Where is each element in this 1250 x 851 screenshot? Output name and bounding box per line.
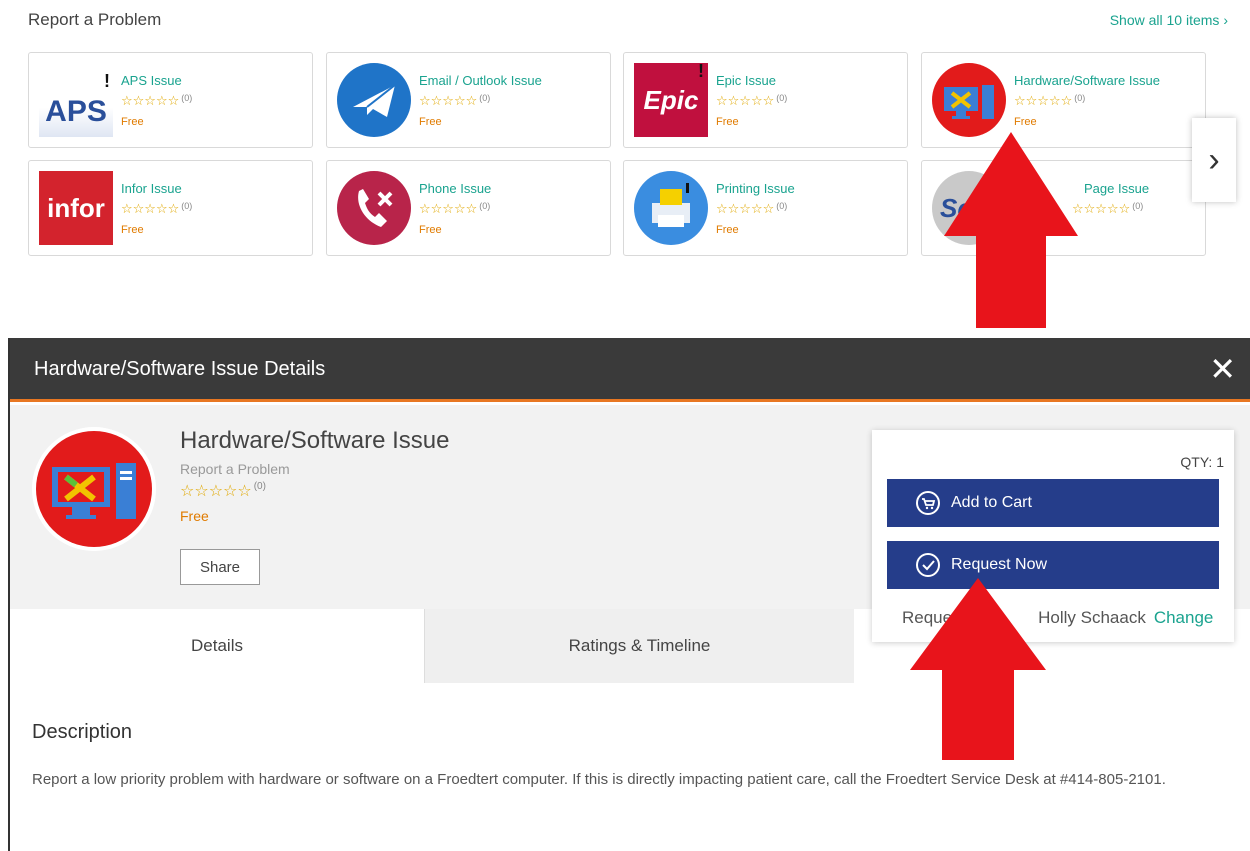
epic-logo: Epic (634, 63, 708, 137)
catalog-item-infor[interactable]: infor Infor Issue ☆☆☆☆☆ (0) Free (28, 160, 313, 256)
chevron-right-icon: › (1208, 140, 1220, 179)
rating-stars: ☆☆☆☆☆ (0) (121, 201, 193, 216)
item-price: Free (716, 224, 739, 236)
envelope-icon (337, 63, 411, 137)
item-price: Free (121, 116, 144, 128)
item-name[interactable]: APS Issue (121, 73, 182, 88)
quantity-label: QTY: 1 (1180, 454, 1224, 470)
rating-stars: ☆☆☆☆☆ (0) (419, 201, 491, 216)
catalog-item-aps[interactable]: APS ! APS Issue ☆☆☆☆☆ (0) Free (28, 52, 313, 148)
phone-icon (337, 171, 411, 245)
description-heading: Description (32, 721, 133, 743)
item-name[interactable]: Phone Issue (419, 181, 491, 196)
computer-repair-icon (32, 427, 156, 551)
catalog-item-epic[interactable]: Epic ! Epic Issue ☆☆☆☆☆ (0) Free (623, 52, 908, 148)
description-text: Report a low priority problem with hardw… (32, 771, 1166, 788)
tab-details[interactable]: Details (10, 609, 424, 683)
item-price: Free (1014, 116, 1037, 128)
item-name[interactable]: Email / Outlook Issue (419, 73, 542, 88)
cart-icon (916, 491, 940, 515)
red-arrow-annotation (910, 578, 1046, 760)
alert-icon: ! (104, 71, 110, 91)
catalog-item-printing[interactable]: Printing Issue ☆☆☆☆☆ (0) Free (623, 160, 908, 256)
change-requester-link[interactable]: Change (1154, 608, 1214, 627)
rating-stars: ☆☆☆☆☆ (0) (180, 481, 266, 500)
rating-stars: ☆☆☆☆☆ (0) (121, 93, 193, 108)
catalog-item-email[interactable]: Email / Outlook Issue ☆☆☆☆☆ (0) Free (326, 52, 611, 148)
rating-stars: ☆☆☆☆☆ (0) (716, 201, 788, 216)
catalog-title: Report a Problem (28, 10, 162, 29)
rating-stars: ☆☆☆☆☆ (0) (716, 93, 788, 108)
alert-icon: ! (698, 61, 704, 81)
item-name[interactable]: Epic Issue (716, 73, 776, 88)
item-price: Free (121, 224, 144, 236)
item-name[interactable]: Infor Issue (121, 181, 182, 196)
requester-name: Holly Schaack (1038, 608, 1146, 627)
carousel-next-button[interactable]: › (1192, 118, 1236, 202)
item-category: Report a Problem (180, 461, 290, 477)
modal-header: Hardware/Software Issue Details ✕ (10, 338, 1250, 402)
close-icon[interactable]: ✕ (1209, 353, 1236, 385)
item-title: Hardware/Software Issue (180, 427, 450, 454)
catalog-item-phone[interactable]: Phone Issue ☆☆☆☆☆ (0) Free (326, 160, 611, 256)
item-price: Free (180, 508, 209, 524)
item-price: Free (419, 116, 442, 128)
infor-logo: infor (39, 171, 113, 245)
printer-icon (634, 171, 708, 245)
share-button[interactable]: Share (180, 549, 260, 585)
item-name[interactable]: Hardware/Software Issue (1014, 73, 1160, 88)
catalog-header: Report a Problem Show all 10 items › (28, 10, 1228, 34)
check-circle-icon (916, 553, 940, 577)
red-arrow-annotation (944, 132, 1078, 328)
rating-stars: ☆☆☆☆☆ (0) (419, 93, 491, 108)
item-price: Free (716, 116, 739, 128)
modal-title: Hardware/Software Issue Details (34, 358, 326, 380)
item-name[interactable]: Page Issue (1084, 181, 1149, 196)
rating-stars: ☆☆☆☆☆ (0) (1072, 201, 1144, 216)
item-details-modal: Hardware/Software Issue Details ✕ Hardwa… (8, 338, 1250, 851)
add-to-cart-button[interactable]: Add to Cart (887, 479, 1219, 527)
aps-logo: APS (39, 63, 113, 137)
computer-repair-icon (932, 63, 1006, 137)
chevron-right-icon: › (1223, 12, 1228, 28)
show-all-link[interactable]: Show all 10 items › (1110, 12, 1228, 28)
item-name[interactable]: Printing Issue (716, 181, 795, 196)
rating-stars: ☆☆☆☆☆ (0) (1014, 93, 1086, 108)
tab-ratings-timeline[interactable]: Ratings & Timeline (424, 609, 854, 683)
item-price: Free (419, 224, 442, 236)
